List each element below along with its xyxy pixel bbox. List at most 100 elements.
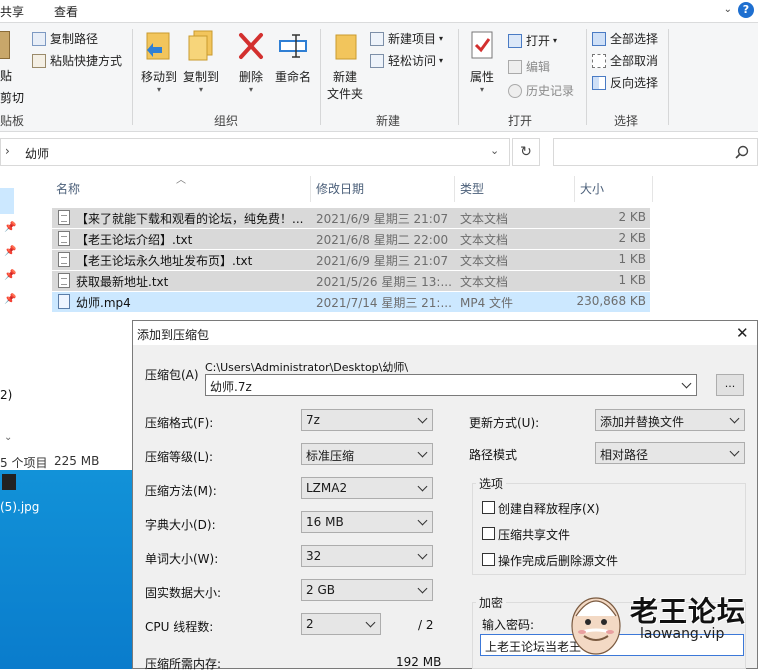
properties-button[interactable]: 属性 ▾: [462, 29, 502, 94]
invert-selection-button[interactable]: 反向选择: [592, 74, 658, 92]
format-select[interactable]: 7z: [301, 409, 433, 431]
file-row[interactable]: 【老王论坛永久地址发布页】.txt 2021/6/9 星期三 21:07 文本文…: [52, 250, 650, 270]
column-divider[interactable]: [454, 176, 455, 202]
file-name: 【来了就能下载和观看的论坛，纯免费！...: [76, 212, 304, 226]
move-to-button[interactable]: 移动到 ▾: [138, 29, 180, 94]
column-divider[interactable]: [310, 176, 311, 202]
sfx-checkbox[interactable]: [482, 501, 495, 514]
file-row[interactable]: 【老王论坛介绍】.txt 2021/6/8 星期二 22:00 文本文档 2 K…: [52, 229, 650, 249]
pin-icon: 📌: [4, 246, 17, 257]
chevron-down-icon: [417, 413, 428, 424]
copy-path-label: 复制路径: [50, 32, 99, 46]
text-file-icon: [58, 231, 70, 246]
copy-to-button[interactable]: 复制到 ▾: [180, 29, 222, 94]
close-icon[interactable]: ✕: [736, 324, 749, 342]
select-all-button[interactable]: 全部选择: [592, 30, 658, 48]
shared-files-checkbox[interactable]: [482, 527, 495, 540]
chevron-down-icon: [729, 446, 740, 457]
address-bar[interactable]: › 幼师: [0, 138, 510, 166]
archive-directory: C:\Users\Administrator\Desktop\幼师\: [205, 361, 409, 374]
delete-after-label[interactable]: 操作完成后删除源文件: [498, 552, 618, 569]
chevron-down-icon[interactable]: [681, 378, 692, 389]
new-item-button[interactable]: 新建项目 ▾: [370, 30, 443, 48]
delete-after-checkbox[interactable]: [482, 553, 495, 566]
chevron-down-icon: [417, 515, 428, 526]
watermark-logo: 老王论坛 laowang.vip: [568, 582, 758, 669]
pin-icon: 📌: [4, 294, 17, 305]
address-history-dropdown-icon[interactable]: ⌄: [490, 144, 499, 157]
solid-block-select[interactable]: 2 GB: [301, 579, 433, 601]
nav-selected-item[interactable]: [0, 188, 14, 214]
copy-to-dropdown-icon: ▾: [198, 85, 203, 94]
column-header-size[interactable]: 大小: [580, 180, 604, 197]
copy-to-icon: [188, 30, 213, 61]
nav-chevron-down-icon[interactable]: ⌄: [4, 432, 12, 443]
select-none-icon: [592, 54, 606, 68]
history-label: 历史记录: [526, 84, 575, 98]
breadcrumb-chevron-icon[interactable]: ›: [5, 144, 10, 158]
rename-button[interactable]: 重命名: [272, 29, 314, 85]
threads-total: / 2: [418, 618, 434, 632]
cut-button[interactable]: 剪切: [0, 89, 24, 106]
delete-button[interactable]: 删除 ▾: [232, 29, 270, 94]
sfx-label[interactable]: 创建自释放程序(X): [498, 500, 600, 517]
path-mode-select[interactable]: 相对路径: [595, 442, 745, 464]
dictionary-select[interactable]: 16 MB: [301, 511, 433, 533]
method-select[interactable]: LZMA2: [301, 477, 433, 499]
level-select[interactable]: 标准压缩: [301, 443, 433, 465]
dialog-titlebar[interactable]: [133, 321, 757, 345]
file-row[interactable]: 【来了就能下载和观看的论坛，纯免费！... 2021/6/9 星期三 21:07…: [52, 208, 650, 228]
shared-files-label[interactable]: 压缩共享文件: [498, 526, 570, 543]
open-button[interactable]: 打开 ▾: [508, 32, 557, 50]
paste-label[interactable]: 贴: [0, 67, 12, 84]
file-row[interactable]: 幼师.mp4 2021/7/14 星期三 21:... MP4 文件 230,8…: [52, 292, 650, 312]
new-folder-button[interactable]: 新建 文件夹: [324, 29, 366, 102]
column-header-name[interactable]: 名称: [56, 180, 80, 197]
history-button[interactable]: 历史记录: [508, 82, 574, 100]
new-folder-label-line2: 文件夹: [326, 87, 363, 101]
new-folder-icon: [335, 34, 357, 60]
paste-button[interactable]: [0, 31, 10, 59]
file-size: 2 KB: [618, 231, 646, 245]
group-divider: [586, 29, 587, 125]
refresh-button[interactable]: ↻: [512, 138, 540, 166]
open-group-label: 打开: [507, 114, 532, 128]
browse-button[interactable]: ...: [716, 374, 744, 396]
column-header-type[interactable]: 类型: [460, 180, 484, 197]
threads-label: CPU 线程数:: [145, 620, 214, 634]
desktop-file-label[interactable]: (5).jpg: [0, 500, 39, 514]
method-value: LZMA2: [306, 481, 348, 495]
column-divider[interactable]: [574, 176, 575, 202]
image-file-icon[interactable]: [2, 474, 16, 490]
threads-select[interactable]: 2: [301, 613, 381, 635]
chevron-down-icon: [417, 583, 428, 594]
file-type: 文本文档: [460, 275, 509, 289]
file-size: 230,868 KB: [576, 294, 646, 308]
tab-view[interactable]: 查看: [54, 3, 78, 20]
help-icon[interactable]: ?: [738, 2, 754, 18]
select-none-button[interactable]: 全部取消: [592, 52, 658, 70]
copy-path-button[interactable]: 复制路径: [32, 30, 98, 48]
edit-button[interactable]: 编辑: [508, 58, 550, 76]
breadcrumb-current[interactable]: 幼师: [25, 145, 49, 162]
nav-item-count[interactable]: 2): [0, 388, 12, 402]
paste-shortcut-icon: [32, 54, 46, 68]
level-label: 压缩等级(L):: [145, 450, 214, 464]
file-row[interactable]: 获取最新地址.txt 2021/5/26 星期三 13:... 文本文档 1 K…: [52, 271, 650, 291]
refresh-icon: ↻: [520, 144, 532, 160]
paste-shortcut-button[interactable]: 粘贴快捷方式: [32, 52, 122, 70]
search-input[interactable]: [553, 138, 758, 166]
word-size-select[interactable]: 32: [301, 545, 433, 567]
dialog-title: 添加到压缩包: [137, 328, 210, 342]
archive-name-input[interactable]: 幼师.7z: [205, 374, 697, 396]
column-divider[interactable]: [652, 176, 653, 202]
word-size-label: 单词大小(W):: [145, 552, 219, 566]
open-label: 打开: [526, 34, 551, 48]
update-mode-select[interactable]: 添加并替换文件: [595, 409, 745, 431]
memory-value: 192 MB: [396, 655, 442, 669]
pin-icon: 📌: [4, 270, 17, 281]
collapse-ribbon-icon[interactable]: ⌄: [724, 4, 732, 15]
tab-share[interactable]: 共享: [0, 3, 24, 20]
easy-access-button[interactable]: 轻松访问 ▾: [370, 52, 443, 70]
column-header-date[interactable]: 修改日期: [316, 180, 364, 197]
